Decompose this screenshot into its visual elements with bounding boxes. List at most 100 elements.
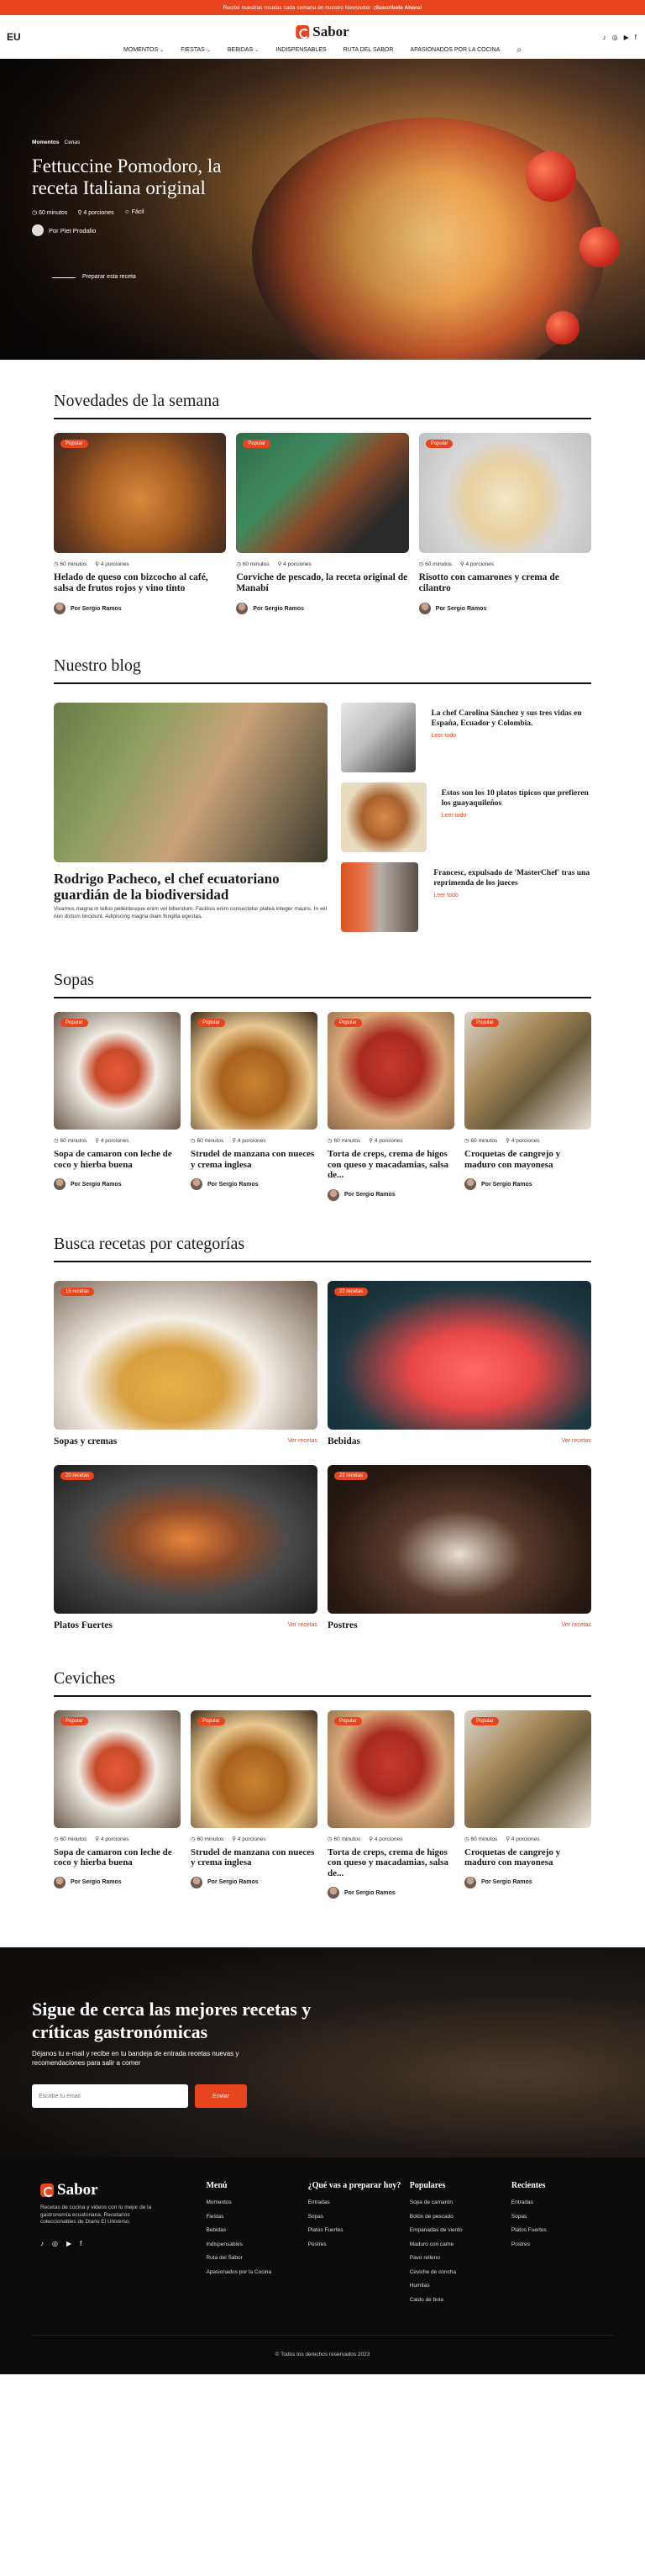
recipe-title[interactable]: Croquetas de cangrejo y maduro con mayon… (464, 1847, 591, 1868)
recipe-image: Popular (328, 1709, 454, 1828)
language-switch[interactable]: EU (7, 31, 21, 43)
breadcrumb-item[interactable]: Cenas (65, 140, 81, 145)
tiktok-icon[interactable]: ♪ (40, 2240, 44, 2247)
logo-text: Sabor (57, 2181, 98, 2199)
recipe-card[interactable]: Popular ◷ 60 minutos ⚲ 4 porciones Sopa d… (54, 1012, 181, 1201)
footer-link[interactable]: Sopas (511, 2214, 613, 2220)
footer-link[interactable]: Apasionados por la Cocina (206, 2269, 307, 2275)
read-more-link[interactable]: Leer todo (431, 733, 591, 739)
footer-link[interactable]: Caldo de bola (410, 2297, 511, 2303)
newsletter-text: Déjanos tu e-mail y recibe en tu bandeja… (32, 2050, 239, 2067)
recipe-card[interactable]: Popular ◷ 60 minutos ⚲ 4 porciones Croque… (464, 1012, 591, 1201)
recipe-card[interactable]: Popular ◷ 60 minutos ⚲ 4 porciones Strude… (191, 1012, 317, 1201)
blog-item[interactable]: Estos son los 10 platos típicos que pref… (341, 782, 591, 852)
read-more-link[interactable]: Leer todo (442, 813, 591, 819)
footer-link[interactable]: Humitas (410, 2283, 511, 2289)
time-meta: ◷ 60 minutos (54, 561, 87, 567)
instagram-icon[interactable]: ◎ (612, 34, 618, 41)
recipe-title[interactable]: Torta de creps, crema de higos con queso… (328, 1847, 454, 1879)
popular-badge: Popular (60, 440, 88, 448)
recipe-card[interactable]: Popular ◷ 60 minutos ⚲ 4 porciones Helado… (54, 433, 227, 614)
ceviches-section: Ceviches Popular ◷ 60 minutos ⚲ 4 porcion… (0, 1639, 645, 1899)
footer-link[interactable]: Postres (511, 2241, 613, 2247)
recipe-card[interactable]: Popular ◷ 60 minutos ⚲ 4 porciones Torta … (328, 1012, 454, 1201)
fork-icon: ⚲ (95, 561, 100, 567)
recipe-title[interactable]: Strudel de manzana con nueces y crema in… (191, 1847, 317, 1868)
recipe-title[interactable]: Torta de creps, crema de higos con queso… (328, 1149, 454, 1181)
blog-item-title[interactable]: Francesc, expulsado de 'MasterChef' tras… (433, 869, 591, 888)
sopas-section: Sopas Popular ◷ 60 minutos ⚲ 4 porciones … (0, 932, 645, 1201)
category-name[interactable]: Sopas y cremas (54, 1436, 117, 1446)
footer-link[interactable]: Platos Fuertes (308, 2227, 410, 2233)
recipe-card[interactable]: Popular ◷ 60 minutos ⚲ 4 porciones Corvic… (236, 433, 409, 614)
breadcrumb-item[interactable]: Momentos (32, 140, 60, 145)
promo-cta-link[interactable]: ¡Suscríbete Ahora! (374, 5, 422, 11)
category-name[interactable]: Postres (328, 1620, 358, 1630)
footer-link[interactable]: Empanadas de viento (410, 2227, 511, 2233)
footer-link[interactable]: Maduro con carne (410, 2241, 511, 2247)
recipe-title[interactable]: Sopa de camaron con leche de coco y hier… (54, 1149, 181, 1170)
footer-link[interactable]: Ceviche de concha (410, 2269, 511, 2275)
email-field[interactable] (32, 2084, 188, 2108)
blog-item-title[interactable]: La chef Carolina Sánchez y sus tres vida… (431, 709, 591, 729)
site-logo[interactable]: Sabor (296, 24, 349, 40)
category-card[interactable]: 22 recetas Bebidas Ver recetas (328, 1280, 591, 1446)
category-image: 22 recetas (328, 1280, 591, 1430)
tiktok-icon[interactable]: ♪ (603, 34, 606, 41)
avatar (54, 1876, 66, 1889)
view-recipes-link[interactable]: Ver recetas (562, 1438, 591, 1444)
recipe-title[interactable]: Sopa de camaron con leche de coco y hier… (54, 1847, 181, 1868)
view-recipes-link[interactable]: Ver recetas (288, 1438, 317, 1444)
instagram-icon[interactable]: ◎ (52, 2240, 58, 2247)
footer-link[interactable]: Entradas (511, 2199, 613, 2205)
recipe-title[interactable]: Croquetas de cangrejo y maduro con mayon… (464, 1149, 591, 1170)
prepare-recipe-link[interactable]: Preparar esta receta (52, 274, 136, 280)
recipe-title[interactable]: Helado de queso con bizcocho al café, sa… (54, 572, 226, 594)
footer-link[interactable]: Platos Fuertes (511, 2227, 613, 2233)
footer-link[interactable]: Postres (308, 2241, 410, 2247)
recipe-title[interactable]: Strudel de manzana con nueces y crema in… (191, 1149, 317, 1170)
footer-link[interactable]: Entradas (308, 2199, 410, 2205)
blog-item[interactable]: La chef Carolina Sánchez y sus tres vida… (341, 703, 591, 772)
footer-col-title: Menú (206, 2181, 228, 2190)
footer-logo[interactable]: Sabor (40, 2181, 206, 2199)
footer-link[interactable]: Momentos (206, 2199, 307, 2205)
youtube-icon[interactable]: ▶ (624, 34, 629, 41)
fork-icon: ⚲ (95, 1138, 100, 1144)
footer-link[interactable]: Bebidas (206, 2227, 307, 2233)
recipe-card[interactable]: Popular ◷ 60 minutos ⚲ 4 porciones Torta … (328, 1709, 454, 1899)
avatar (191, 1876, 202, 1889)
blog-item-title[interactable]: Estos son los 10 platos típicos que pref… (442, 789, 591, 809)
footer-link[interactable]: Sopa de camarón (410, 2199, 511, 2205)
blog-item[interactable]: Francesc, expulsado de 'MasterChef' tras… (341, 862, 591, 932)
facebook-icon[interactable]: f (635, 34, 637, 41)
footer-link[interactable]: Pavo relleno (410, 2255, 511, 2261)
view-recipes-link[interactable]: Ver recetas (562, 1622, 591, 1628)
category-name[interactable]: Platos Fuertes (54, 1620, 113, 1630)
servings-meta: ⚲ 4 porciones (95, 561, 129, 567)
category-name[interactable]: Bebidas (328, 1436, 360, 1446)
category-image: 20 recetas (54, 1464, 317, 1614)
recipe-card[interactable]: Popular ◷ 60 minutos ⚲ 4 porciones Croque… (464, 1709, 591, 1899)
category-card[interactable]: 20 recetas Platos Fuertes Ver recetas (54, 1464, 317, 1630)
youtube-icon[interactable]: ▶ (66, 2240, 71, 2247)
blog-title[interactable]: Rodrigo Pacheco, el chef ecuatoriano gua… (54, 871, 328, 903)
recipe-title[interactable]: Risotto con camarones y crema de cilantr… (419, 572, 591, 594)
footer-link[interactable]: Fiestas (206, 2214, 307, 2220)
footer-link[interactable]: Ruta del Sabor (206, 2255, 307, 2261)
recipe-title[interactable]: Corviche de pescado, la receta original … (236, 572, 408, 594)
read-more-link[interactable]: Leer todo (433, 893, 591, 898)
section-title: Novedades de la semana (54, 360, 591, 419)
facebook-icon[interactable]: f (80, 2240, 81, 2247)
view-recipes-link[interactable]: Ver recetas (288, 1622, 317, 1628)
category-card[interactable]: 22 recetas Postres Ver recetas (328, 1464, 591, 1630)
footer-link[interactable]: Sopas (308, 2214, 410, 2220)
footer-link[interactable]: Bolón de pescado (410, 2214, 511, 2220)
recipe-card[interactable]: Popular ◷ 60 minutos ⚲ 4 porciones Strude… (191, 1709, 317, 1899)
footer-link[interactable]: Indispensables (206, 2241, 307, 2247)
recipe-card[interactable]: Popular ◷ 60 minutos ⚲ 4 porciones Sopa d… (54, 1709, 181, 1899)
recipe-card[interactable]: Popular ◷ 60 minutos ⚲ 4 porciones Risott… (418, 433, 591, 614)
submit-button[interactable]: Enviar (195, 2084, 247, 2108)
blog-feature[interactable]: Rodrigo Pacheco, el chef ecuatoriano gua… (54, 703, 328, 932)
category-card[interactable]: 15 recetas Sopas y cremas Ver recetas (54, 1280, 317, 1446)
